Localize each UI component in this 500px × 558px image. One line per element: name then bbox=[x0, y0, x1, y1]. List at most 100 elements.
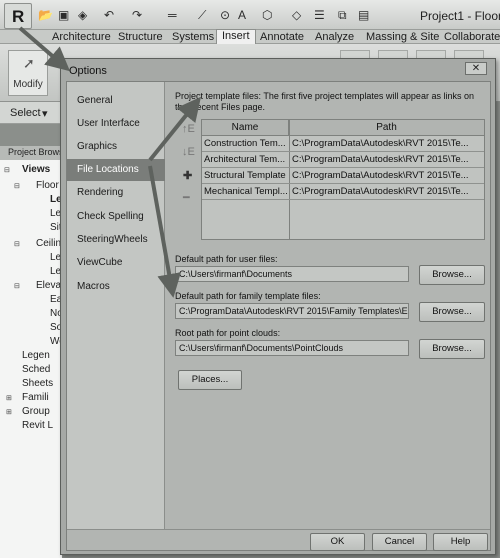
nav-item-macros[interactable]: Macros bbox=[67, 276, 165, 298]
modify-button[interactable]: ➚ Modify bbox=[8, 50, 48, 96]
browse-user-files-button[interactable]: Browse... bbox=[419, 265, 485, 285]
collapse-icon[interactable]: ⊟ bbox=[14, 282, 20, 290]
project-browser-header: Project Browse bbox=[0, 146, 69, 160]
measure-icon[interactable]: ═ bbox=[168, 8, 177, 22]
text-icon[interactable]: A bbox=[238, 8, 246, 22]
add-icon[interactable]: ✚ bbox=[183, 169, 192, 182]
template-table: Name Path Construction Tem... C:\Program… bbox=[201, 119, 485, 240]
collapse-icon[interactable]: ⊟ bbox=[14, 240, 20, 248]
elevation-icon[interactable]: ☰ bbox=[314, 8, 325, 22]
tree-node[interactable]: Legen bbox=[22, 350, 50, 361]
tab-analyze[interactable]: Analyze bbox=[315, 31, 354, 43]
point-clouds-label: Root path for point clouds: bbox=[175, 328, 281, 338]
tree-node[interactable]: Sheets bbox=[22, 378, 53, 389]
browse-family-template-button[interactable]: Browse... bbox=[419, 302, 485, 322]
undo-icon[interactable]: ↶ bbox=[104, 8, 114, 22]
dialog-body: General User Interface Graphics File Loc… bbox=[66, 81, 491, 551]
table-row[interactable]: Architectural Tem... C:\ProgramData\Auto… bbox=[202, 152, 484, 168]
ok-button[interactable]: OK bbox=[310, 533, 365, 551]
nav-item-user-interface[interactable]: User Interface bbox=[67, 113, 165, 135]
tree-node[interactable]: Revit L bbox=[22, 420, 53, 431]
save-icon[interactable]: ▣ bbox=[58, 8, 69, 22]
close-button[interactable]: ✕ bbox=[465, 62, 487, 75]
tree-node[interactable]: Floor bbox=[36, 180, 59, 191]
user-files-label: Default path for user files: bbox=[175, 254, 278, 264]
column-header-name[interactable]: Name bbox=[202, 120, 289, 136]
open-icon[interactable]: 📂 bbox=[38, 8, 53, 22]
window-title: Project1 - Floor Pla bbox=[420, 9, 500, 23]
template-name: Mechanical Templ... bbox=[204, 186, 288, 197]
tab-massing-site[interactable]: Massing & Site bbox=[366, 31, 439, 43]
chevron-down-icon: ▾ bbox=[42, 108, 48, 120]
tab-architecture[interactable]: Architecture bbox=[52, 31, 111, 43]
nav-item-graphics[interactable]: Graphics bbox=[67, 136, 165, 158]
table-row[interactable]: Mechanical Templ... C:\ProgramData\Autod… bbox=[202, 184, 484, 200]
tab-collaborate[interactable]: Collaborate bbox=[444, 31, 500, 43]
nav-item-steeringwheels[interactable]: SteeringWheels bbox=[67, 229, 165, 251]
tree-node[interactable]: Sched bbox=[22, 364, 50, 375]
switch-windows-icon[interactable]: ▤ bbox=[358, 8, 369, 22]
tree-node[interactable]: Ceilin bbox=[36, 238, 61, 249]
dialog-footer: OK Cancel Help bbox=[67, 529, 490, 551]
places-button[interactable]: Places... bbox=[178, 370, 242, 390]
3d-view-icon[interactable]: ⬡ bbox=[262, 8, 272, 22]
project-browser-tree: ⊟ Views ⊟ Floor Le Le Sit ⊟ Ceilin Le Le… bbox=[0, 160, 62, 558]
template-hint-text: Project template files: The first five p… bbox=[175, 91, 474, 112]
template-name: Architectural Tem... bbox=[204, 154, 286, 165]
nav-item-file-locations[interactable]: File Locations bbox=[67, 159, 165, 181]
cancel-button[interactable]: Cancel bbox=[372, 533, 427, 551]
ribbon-tab-bar: Architecture Structure Systems Insert An… bbox=[0, 29, 500, 45]
application-menu-button[interactable]: R bbox=[4, 3, 32, 29]
tab-systems[interactable]: Systems bbox=[172, 31, 214, 43]
redo-icon[interactable]: ↷ bbox=[132, 8, 142, 22]
nav-item-general[interactable]: General bbox=[67, 90, 165, 112]
tree-node[interactable]: Eleva bbox=[36, 280, 61, 291]
section-icon[interactable]: ◇ bbox=[292, 8, 301, 22]
tree-node[interactable]: Famili bbox=[22, 392, 49, 403]
revit-logo-icon: R bbox=[12, 7, 25, 26]
remove-icon[interactable]: ━ bbox=[183, 191, 190, 204]
tree-node[interactable]: Group bbox=[22, 406, 50, 417]
point-clouds-path-field[interactable]: C:\Users\firmanf\Documents\PointClouds bbox=[175, 340, 409, 356]
select-dropdown[interactable]: Select ▾ bbox=[0, 102, 60, 124]
select-label: Select bbox=[10, 107, 41, 119]
tree-node[interactable]: Views bbox=[22, 164, 50, 175]
column-header-path[interactable]: Path bbox=[289, 120, 484, 136]
template-path: C:\ProgramData\Autodesk\RVT 2015\Te... bbox=[292, 186, 469, 197]
template-path: C:\ProgramData\Autodesk\RVT 2015\Te... bbox=[292, 170, 469, 181]
options-nav: General User Interface Graphics File Loc… bbox=[67, 82, 165, 529]
table-row[interactable]: Structural Template C:\ProgramData\Autod… bbox=[202, 168, 484, 184]
expand-icon[interactable]: ⊞ bbox=[6, 408, 12, 416]
collapse-icon[interactable]: ⊟ bbox=[14, 182, 20, 190]
modify-label: Modify bbox=[13, 79, 43, 90]
user-files-path-field[interactable]: C:\Users\firmanf\Documents bbox=[175, 266, 409, 282]
expand-icon[interactable]: ⊞ bbox=[6, 394, 12, 402]
tab-structure[interactable]: Structure bbox=[118, 31, 163, 43]
dimension-icon[interactable]: ⟋ bbox=[198, 8, 206, 22]
help-button[interactable]: Help bbox=[433, 533, 488, 551]
table-row[interactable]: Construction Tem... C:\ProgramData\Autod… bbox=[202, 136, 484, 152]
collapse-icon[interactable]: ⊟ bbox=[4, 166, 10, 174]
family-template-label: Default path for family template files: bbox=[175, 291, 321, 301]
close-hidden-icon[interactable]: ⧉ bbox=[338, 8, 347, 22]
nav-item-check-spelling[interactable]: Check Spelling bbox=[67, 206, 165, 228]
cursor-arrow-icon: ➚ bbox=[23, 55, 35, 71]
template-path: C:\ProgramData\Autodesk\RVT 2015\Te... bbox=[292, 138, 469, 149]
options-dialog: Options ✕ General User Interface Graphic… bbox=[60, 58, 496, 555]
file-locations-panel: Project template files: The first five p… bbox=[166, 82, 491, 529]
quick-access-toolbar: R 📂 ▣ ◈ ↶ ↷ ═ ⟋ ⊙ A ⬡ ◇ ☰ ⧉ ▤ Project1 -… bbox=[0, 0, 500, 30]
move-down-icon[interactable]: ↓E bbox=[182, 146, 195, 158]
template-path: C:\ProgramData\Autodesk\RVT 2015\Te... bbox=[292, 154, 469, 165]
tab-insert[interactable]: Insert bbox=[216, 29, 256, 45]
browse-point-clouds-button[interactable]: Browse... bbox=[419, 339, 485, 359]
move-up-icon[interactable]: ↑E bbox=[182, 123, 195, 135]
tag-icon[interactable]: ⊙ bbox=[220, 8, 230, 22]
template-name: Construction Tem... bbox=[204, 138, 286, 149]
sync-icon[interactable]: ◈ bbox=[78, 8, 87, 22]
template-name: Structural Template bbox=[204, 170, 286, 181]
nav-item-rendering[interactable]: Rendering bbox=[67, 182, 165, 204]
family-template-path-field[interactable]: C:\ProgramData\Autodesk\RVT 2015\Family … bbox=[175, 303, 409, 319]
tab-annotate[interactable]: Annotate bbox=[260, 31, 304, 43]
nav-item-viewcube[interactable]: ViewCube bbox=[67, 252, 165, 274]
dialog-title: Options bbox=[69, 65, 107, 77]
